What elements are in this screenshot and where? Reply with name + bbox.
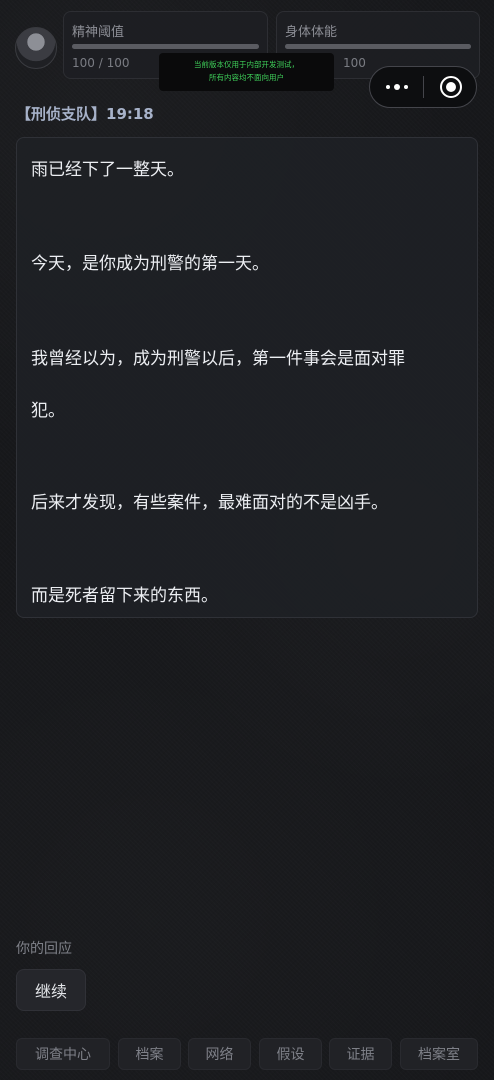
nav-hypothesis[interactable]: 假设 — [259, 1038, 322, 1070]
story-paragraph-1: 雨已经下了一整天。 — [31, 160, 184, 180]
continue-button[interactable]: 继续 — [16, 969, 86, 1011]
sanity-label: 精神阈值 — [72, 25, 125, 40]
story-paragraph-3a: 我曾经以为，成为刑警以后，第一件事会是面对罪 — [31, 349, 405, 369]
physical-bar — [285, 44, 471, 49]
story-paragraph-4: 后来才发现，有些案件，最难面对的不是凶手。 — [31, 493, 388, 513]
nav-investigation-center[interactable]: 调查中心 — [16, 1038, 110, 1070]
close-target-icon[interactable] — [440, 76, 462, 98]
story-card: 雨已经下了一整天。 今天，是你成为刑警的第一天。 我曾经以为，成为刑警以后，第一… — [16, 137, 478, 618]
dev-notice-line1: 当前版本仅用于内部开发测试， — [194, 60, 299, 69]
nav-files[interactable]: 档案 — [118, 1038, 181, 1070]
avatar[interactable] — [15, 27, 57, 69]
capsule-divider — [423, 76, 424, 98]
physical-label: 身体体能 — [285, 25, 338, 40]
reply-label: 你的回应 — [16, 941, 72, 957]
story-paragraph-3b: 犯。 — [31, 401, 65, 421]
nav-network[interactable]: 网络 — [188, 1038, 251, 1070]
sanity-bar — [72, 44, 259, 49]
dev-notice-line2: 所有内容均不面向用户 — [209, 73, 284, 82]
sanity-bar-fill — [72, 44, 259, 49]
mini-program-capsule — [369, 66, 477, 108]
story-paragraph-2: 今天，是你成为刑警的第一天。 — [31, 254, 269, 274]
physical-bar-fill — [285, 44, 471, 49]
physical-value: 100 — [343, 56, 366, 70]
sanity-value: 100 / 100 — [72, 56, 130, 70]
scene-header: 【刑侦支队】19:18 — [16, 105, 154, 123]
more-dots-icon[interactable] — [370, 67, 423, 107]
nav-archive-room[interactable]: 档案室 — [400, 1038, 478, 1070]
story-paragraph-5: 而是死者留下来的东西。 — [31, 586, 218, 606]
dev-notice-banner: 当前版本仅用于内部开发测试， 所有内容均不面向用户 — [159, 53, 334, 91]
bottom-nav: 调查中心 档案 网络 假设 证据 档案室 — [16, 1038, 478, 1070]
nav-evidence[interactable]: 证据 — [329, 1038, 392, 1070]
